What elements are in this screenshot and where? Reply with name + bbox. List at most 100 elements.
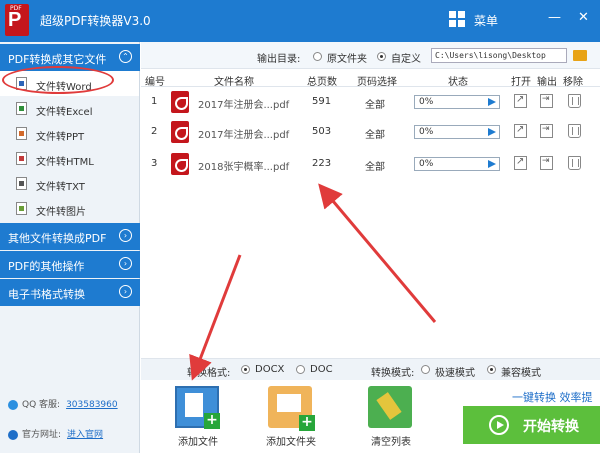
play-icon[interactable] xyxy=(488,160,496,168)
mode-fast-label: 极速模式 xyxy=(435,368,475,379)
chevron-up-icon: ⌃ xyxy=(119,50,132,63)
qq-label: QQ 客服: xyxy=(22,400,61,410)
sidebar-item-image[interactable]: 文件转图片 xyxy=(0,196,139,221)
start-convert-label: 开始转换 xyxy=(523,419,579,435)
page-range[interactable]: 全部 xyxy=(365,96,385,111)
chevron-right-icon: › xyxy=(119,257,132,270)
open-icon[interactable] xyxy=(514,124,527,138)
sidebar-item-label: 文件转TXT xyxy=(36,182,85,193)
site-contact: 官方网址: 进入官网 xyxy=(8,427,103,440)
start-convert-button[interactable]: 开始转换 xyxy=(463,406,600,444)
trash-icon[interactable] xyxy=(568,94,581,108)
play-circle-icon xyxy=(489,415,509,435)
radio-custom-folder[interactable] xyxy=(377,52,386,61)
pdf-file-icon xyxy=(171,121,189,143)
section-label: 其他文件转换成PDF xyxy=(8,232,107,245)
qq-number-link[interactable]: 303583960 xyxy=(66,400,118,410)
page-range[interactable]: 全部 xyxy=(365,158,385,173)
highlight-oval xyxy=(2,66,114,94)
arrow-to-add-file xyxy=(189,254,242,381)
row-num: 3 xyxy=(151,158,158,169)
progress-text: 0% xyxy=(419,159,434,169)
page-range[interactable]: 全部 xyxy=(365,126,385,141)
play-icon[interactable] xyxy=(488,128,496,136)
clear-list-label: 清空列表 xyxy=(371,437,411,448)
output-path-input[interactable]: C:\Users\lisong\Desktop xyxy=(431,48,567,63)
folder-icon[interactable] xyxy=(573,50,587,61)
chevron-right-icon: › xyxy=(119,285,132,298)
format-docx-label: DOCX xyxy=(255,364,285,375)
row-num: 2 xyxy=(151,126,158,137)
radio-compat-mode[interactable] xyxy=(487,365,496,374)
table-row[interactable]: 3 2018张宇概率...pdf 223 全部 0% xyxy=(141,148,600,182)
sidebar-item-txt[interactable]: 文件转TXT xyxy=(0,171,139,196)
menu-button[interactable]: 菜单 xyxy=(474,12,498,29)
minimize-button[interactable]: — xyxy=(548,10,561,25)
table-row[interactable]: 1 2017年注册会...pdf 591 全部 0% xyxy=(141,86,600,120)
open-icon[interactable] xyxy=(514,156,527,170)
option-original-label: 原文件夹 xyxy=(327,54,367,65)
add-file-icon: + xyxy=(175,386,220,429)
sidebar-item-excel[interactable]: 文件转Excel xyxy=(0,96,139,121)
section-ebook-convert[interactable]: 电子书格式转换 › xyxy=(0,279,140,306)
menu-grid-icon[interactable] xyxy=(449,11,465,27)
broom-icon xyxy=(368,386,412,428)
add-file-label: 添加文件 xyxy=(178,437,218,448)
html-icon xyxy=(16,152,27,165)
sidebar-item-label: 文件转PPT xyxy=(36,132,85,143)
page-count: 223 xyxy=(312,158,332,169)
radio-docx[interactable] xyxy=(241,365,250,374)
arrow-to-page-count xyxy=(318,183,437,323)
pdf-file-icon xyxy=(171,91,189,113)
ie-icon xyxy=(8,429,18,440)
file-name: 2018张宇概率...pdf xyxy=(198,162,290,173)
radio-fast-mode[interactable] xyxy=(421,365,430,374)
table-row[interactable]: 2 2017年注册会...pdf 503 全部 0% xyxy=(141,116,600,150)
site-link[interactable]: 进入官网 xyxy=(67,430,103,440)
section-label: PDF的其他操作 xyxy=(8,260,85,273)
progress-bar: 0% xyxy=(414,157,500,171)
progress-text: 0% xyxy=(419,97,434,107)
trash-icon[interactable] xyxy=(568,156,581,170)
add-folder-label: 添加文件夹 xyxy=(266,437,316,448)
site-label: 官方网址: xyxy=(22,430,62,440)
section-other-to-pdf[interactable]: 其他文件转换成PDF › xyxy=(0,223,140,250)
play-icon[interactable] xyxy=(488,98,496,106)
app-title: 超级PDF转换器V3.0 xyxy=(40,14,151,28)
app-logo-icon: PDF P xyxy=(5,4,29,36)
section-label: 电子书格式转换 xyxy=(8,288,85,301)
excel-icon xyxy=(16,102,27,115)
trash-icon[interactable] xyxy=(568,124,581,138)
image-icon xyxy=(16,202,27,215)
output-icon[interactable] xyxy=(540,94,553,108)
format-label: 转换格式: xyxy=(187,368,231,379)
page-count: 591 xyxy=(312,96,332,107)
radio-original-folder[interactable] xyxy=(313,52,322,61)
section-pdf-other-ops[interactable]: PDF的其他操作 › xyxy=(0,251,140,278)
options-bar: 转换格式: DOCX DOC 转换模式: 极速模式 兼容模式 xyxy=(141,358,600,380)
sidebar-item-label: 文件转图片 xyxy=(36,207,86,218)
output-icon[interactable] xyxy=(540,124,553,138)
sidebar-item-label: 文件转HTML xyxy=(36,157,94,168)
page-count: 503 xyxy=(312,126,332,137)
output-dir-label: 输出目录: xyxy=(257,54,301,65)
file-name: 2017年注册会...pdf xyxy=(198,100,290,111)
option-custom-label: 自定义 xyxy=(391,54,421,65)
table-header: 编号 文件名称 总页数 页码选择 状态 打开 输出 移除 xyxy=(141,70,600,88)
output-dir-bar: 输出目录: 原文件夹 自定义 C:\Users\lisong\Desktop xyxy=(141,42,600,69)
mode-label: 转换模式: xyxy=(371,368,415,379)
row-num: 1 xyxy=(151,96,158,107)
sidebar-item-html[interactable]: 文件转HTML xyxy=(0,146,139,171)
sidebar-item-ppt[interactable]: 文件转PPT xyxy=(0,121,139,146)
qq-contact: QQ 客服: 303583960 xyxy=(8,397,118,410)
qq-icon xyxy=(8,399,18,410)
ppt-icon xyxy=(16,127,27,140)
quick-convert-text: 一键转换 效率提 xyxy=(512,391,593,404)
close-button[interactable]: ✕ xyxy=(578,10,589,25)
title-bar: PDF P 超级PDF转换器V3.0 菜单 — ✕ xyxy=(0,0,600,42)
open-icon[interactable] xyxy=(514,94,527,108)
pdf-file-icon xyxy=(171,153,189,175)
output-icon[interactable] xyxy=(540,156,553,170)
mode-compat-label: 兼容模式 xyxy=(501,368,541,379)
radio-doc[interactable] xyxy=(296,365,305,374)
